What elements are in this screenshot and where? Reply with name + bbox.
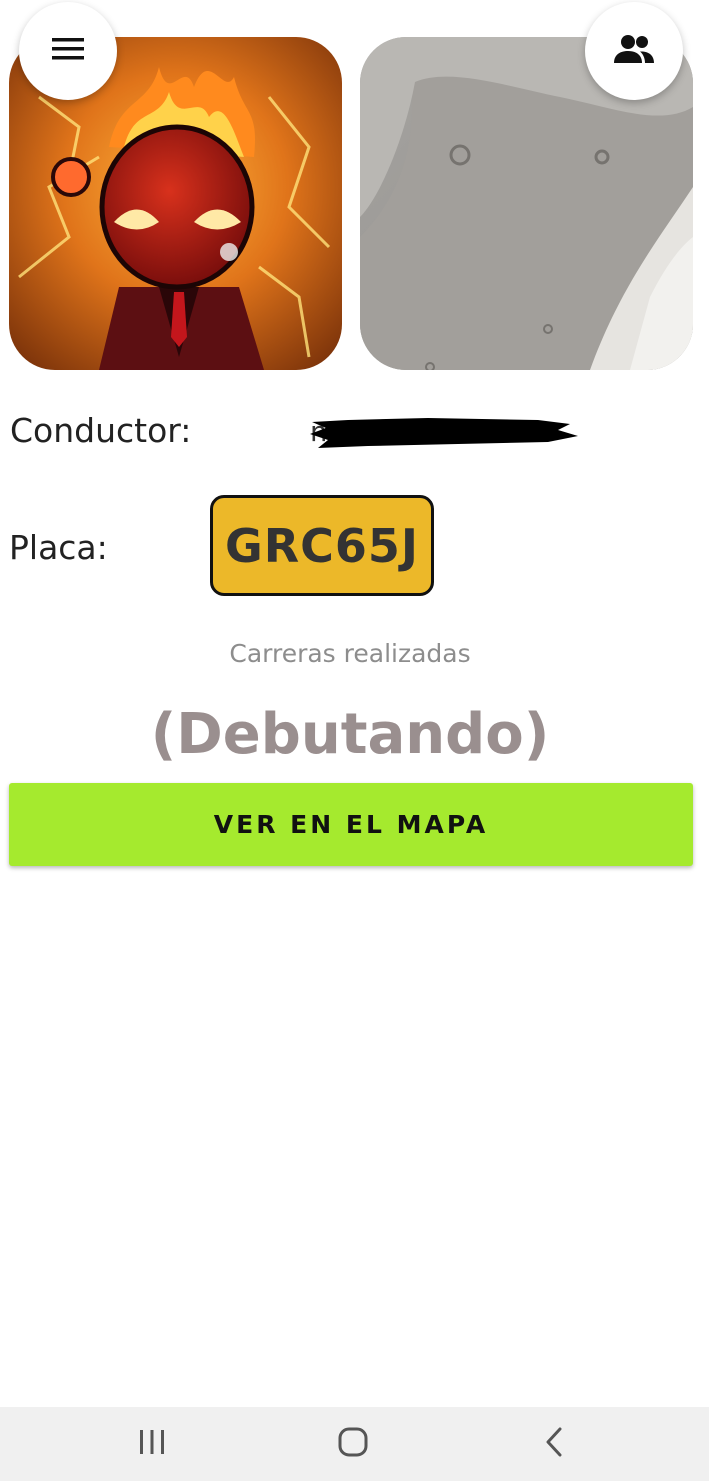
home-button[interactable] [308,1407,398,1481]
menu-button[interactable] [19,2,117,100]
view-on-map-button[interactable]: VER EN EL MAPA [9,783,693,866]
name-redaction [310,418,578,448]
people-group-icon [613,33,655,69]
recent-apps-button[interactable] [107,1407,197,1481]
back-button[interactable] [509,1407,599,1481]
hamburger-menu-icon [51,36,85,66]
rides-status: (Debutando) [150,702,550,767]
license-plate: GRC65J [210,495,434,596]
placa-label: Placa: [9,528,108,567]
recent-apps-icon [137,1428,167,1460]
home-icon [337,1426,369,1462]
contacts-button[interactable] [585,2,683,100]
conductor-label: Conductor: [10,411,192,450]
back-icon [543,1427,565,1461]
navigation-bar [0,1407,709,1481]
rides-label: Carreras realizadas [229,639,471,668]
